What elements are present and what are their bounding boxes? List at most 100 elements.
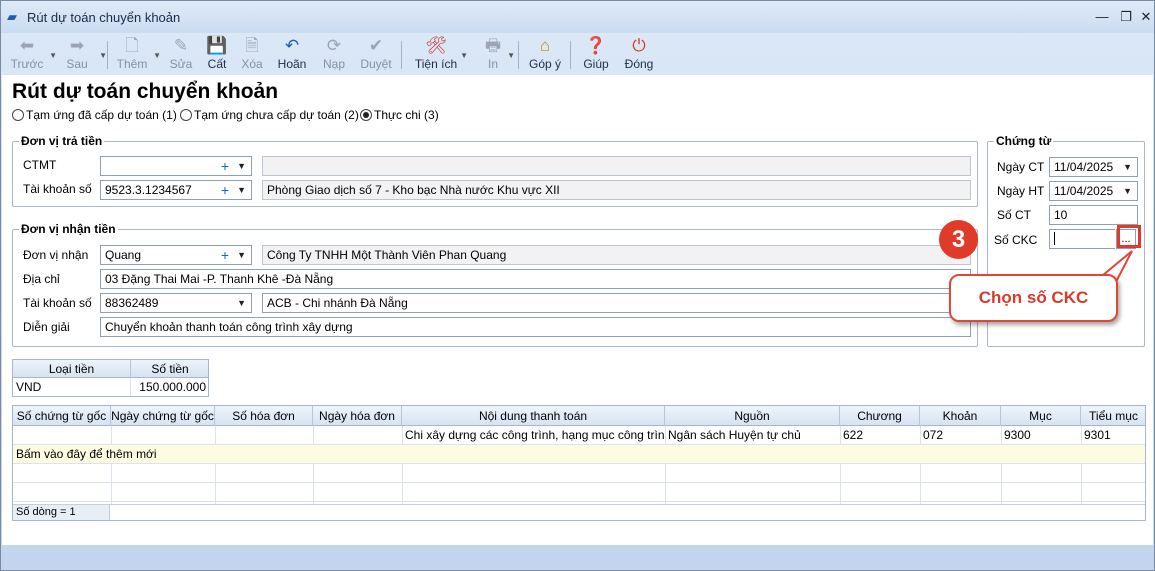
close-icon[interactable]: ✕	[1137, 8, 1155, 26]
add-new-row[interactable]: Bấm vào đây để thêm mới	[13, 445, 1145, 464]
payment-content-cell[interactable]: Chi xây dựng các công trình, hạng mục cô…	[402, 426, 665, 445]
payee-legend: Đơn vị nhận tiền	[19, 222, 118, 236]
add-new-row-text[interactable]: Bấm vào đây để thêm mới	[13, 445, 413, 464]
currency-header: Loại tiền Số tiền	[13, 360, 208, 378]
col-original-date[interactable]: Ngày chứng từ gốc	[111, 406, 215, 426]
reload-icon: ⟳	[326, 36, 342, 55]
payee-account-combo[interactable]: 88362489 ▼	[100, 293, 252, 313]
chevron-down-icon[interactable]: ▼	[237, 157, 246, 175]
power-icon: ⏻	[632, 36, 646, 55]
chevron-down-icon[interactable]: ▼	[237, 294, 246, 312]
help-icon: ❓	[585, 36, 607, 55]
add-icon[interactable]: +	[221, 246, 229, 264]
table-row[interactable]	[13, 464, 1145, 483]
currency-type-cell[interactable]: VND	[13, 378, 131, 396]
radio-actual-spending[interactable]: Thực chi (3)	[360, 108, 439, 122]
col-invoice-date[interactable]: Ngày hóa đơn	[313, 406, 402, 426]
chapter-cell[interactable]: 622	[840, 426, 920, 445]
printer-icon: 🖶	[484, 36, 502, 55]
print-button[interactable]: 🖶 In ▼	[481, 35, 515, 73]
restore-icon[interactable]: ❐	[1117, 8, 1135, 26]
voucher-no-input[interactable]: 10	[1049, 205, 1138, 225]
chevron-down-icon[interactable]: ▼	[237, 181, 246, 199]
section-cell[interactable]: 072	[920, 426, 1001, 445]
payer-account-description: Phòng Giao dịch số 7 - Kho bạc Nhà nước …	[262, 180, 971, 200]
radio-advance-unallocated[interactable]: Tạm ứng chưa cấp dự toán (2)	[180, 108, 359, 122]
payer-account-combo[interactable]: 9523.3.1234567 + ▼	[100, 180, 252, 200]
step-number-badge: 3	[939, 220, 978, 259]
toolbar: ⬅ Trước ▼ ➡ Sau ▼ 🗋 Thêm ▼ ✎ Sửa 💾 Cất 🗎 Xóa ↶ Hoã…	[1, 33, 1154, 75]
delete-icon: 🗎	[245, 36, 259, 55]
ckc-no-label: Số CKC	[994, 233, 1038, 247]
col-invoice-no[interactable]: Số hóa đơn	[215, 406, 313, 426]
source-cell[interactable]: Ngân sách Huyện tự chủ	[665, 426, 840, 445]
payee-unit-combo[interactable]: Quang + ▼	[100, 245, 252, 265]
ctmt-description	[262, 156, 971, 176]
add-icon[interactable]: +	[221, 181, 229, 199]
date-ht-picker[interactable]: 11/04/2025 ▼	[1049, 181, 1138, 201]
tools-icon: 🛠	[425, 36, 447, 55]
ckc-no-input[interactable]	[1049, 229, 1115, 249]
radio-advance-allocated[interactable]: Tạm ứng đã cấp dự toán (1)	[12, 108, 177, 122]
grid-footer: Số dòng = 1	[13, 504, 1145, 520]
table-row[interactable]: Chi xây dựng các công trình, hạng mục cô…	[13, 426, 1145, 445]
new-document-icon: 🗋	[125, 36, 139, 55]
callout-box: Chọn số CKC	[949, 274, 1118, 322]
payee-bank-input[interactable]: ACB - Chi nhánh Đà Nẵng	[262, 293, 971, 313]
highlight-box	[1117, 225, 1141, 248]
minimize-icon[interactable]: —	[1093, 8, 1111, 26]
feedback-button[interactable]: ⌂ Góp ý	[527, 35, 563, 73]
add-icon[interactable]: +	[221, 157, 229, 175]
amount-cell[interactable]: 150.000.000	[131, 378, 209, 396]
add-button[interactable]: 🗋 Thêm ▼	[113, 35, 161, 73]
approve-button[interactable]: ✔ Duyệt	[358, 35, 394, 73]
arrow-left-icon: ⬅	[19, 36, 35, 55]
next-button[interactable]: ➡ Sau ▼	[57, 35, 107, 73]
description-label: Diễn giải	[23, 320, 70, 334]
undo-icon: ↶	[284, 36, 300, 55]
edit-button[interactable]: ✎ Sửa	[163, 35, 199, 73]
edit-icon: ✎	[173, 36, 189, 55]
date-ct-picker[interactable]: 11/04/2025 ▼	[1049, 157, 1138, 177]
payee-account-label: Tài khoản số	[23, 296, 92, 310]
payer-legend: Đơn vị trả tiền	[19, 134, 105, 148]
payee-unit-label: Đơn vị nhận	[23, 248, 89, 262]
ctmt-label: CTMT	[23, 158, 57, 172]
col-source[interactable]: Nguồn	[665, 406, 840, 426]
save-button[interactable]: 💾 Cất	[201, 35, 233, 73]
chevron-down-icon[interactable]: ▼	[1123, 182, 1132, 200]
address-label: Địa chỉ	[23, 272, 60, 286]
col-original-voucher[interactable]: Số chứng từ gốc	[13, 406, 111, 426]
col-section[interactable]: Khoản	[920, 406, 1001, 426]
col-subitem[interactable]: Tiểu mục	[1081, 406, 1145, 426]
col-chapter[interactable]: Chương	[840, 406, 920, 426]
chevron-down-icon[interactable]: ▼	[1123, 158, 1132, 176]
item-cell[interactable]: 9300	[1001, 426, 1081, 445]
payee-group: Đơn vị nhận tiền Đơn vị nhận Quang + ▼ Côn…	[12, 222, 978, 347]
detail-grid-header: Số chứng từ gốc Ngày chứng từ gốc Số hóa…	[13, 406, 1145, 426]
description-input[interactable]: Chuyển khoản thanh toán công trình xây d…	[100, 317, 971, 337]
col-payment-content[interactable]: Nội dung thanh toán	[402, 406, 665, 426]
utilities-button[interactable]: 🛠 Tiện ích ▼	[412, 35, 468, 73]
undo-button[interactable]: ↶ Hoãn	[275, 35, 309, 73]
delete-button[interactable]: 🗎 Xóa	[236, 35, 268, 73]
help-button[interactable]: ❓ Giúp	[580, 35, 612, 73]
window-title: Rút dự toán chuyển khoản	[27, 10, 181, 25]
payer-group: Đơn vị trả tiền CTMT + ▼ Tài khoản số 952…	[12, 134, 978, 207]
address-input[interactable]: 03 Đặng Thai Mai -P. Thanh Khê -Đà Nẵng	[100, 269, 971, 289]
feedback-icon: ⌂	[539, 36, 551, 55]
ctmt-combo[interactable]: + ▼	[100, 156, 252, 176]
back-button[interactable]: ⬅ Trước ▼	[7, 35, 57, 73]
reload-button[interactable]: ⟳ Nạp	[319, 35, 349, 73]
col-item[interactable]: Mục	[1001, 406, 1081, 426]
currency-type-header: Loại tiền	[13, 360, 131, 378]
save-icon: 💾	[206, 36, 228, 55]
table-row[interactable]	[13, 483, 1145, 502]
chevron-down-icon[interactable]: ▼	[237, 246, 246, 264]
currency-row[interactable]: VND 150.000.000	[13, 378, 208, 396]
app-icon: ▰	[7, 9, 17, 24]
subitem-cell[interactable]: 9301	[1081, 426, 1145, 445]
arrow-right-icon: ➡	[69, 36, 85, 55]
title-bar: ▰ Rút dự toán chuyển khoản — ❐ ✕	[1, 1, 1154, 33]
close-button[interactable]: ⏻ Đóng	[621, 35, 657, 73]
